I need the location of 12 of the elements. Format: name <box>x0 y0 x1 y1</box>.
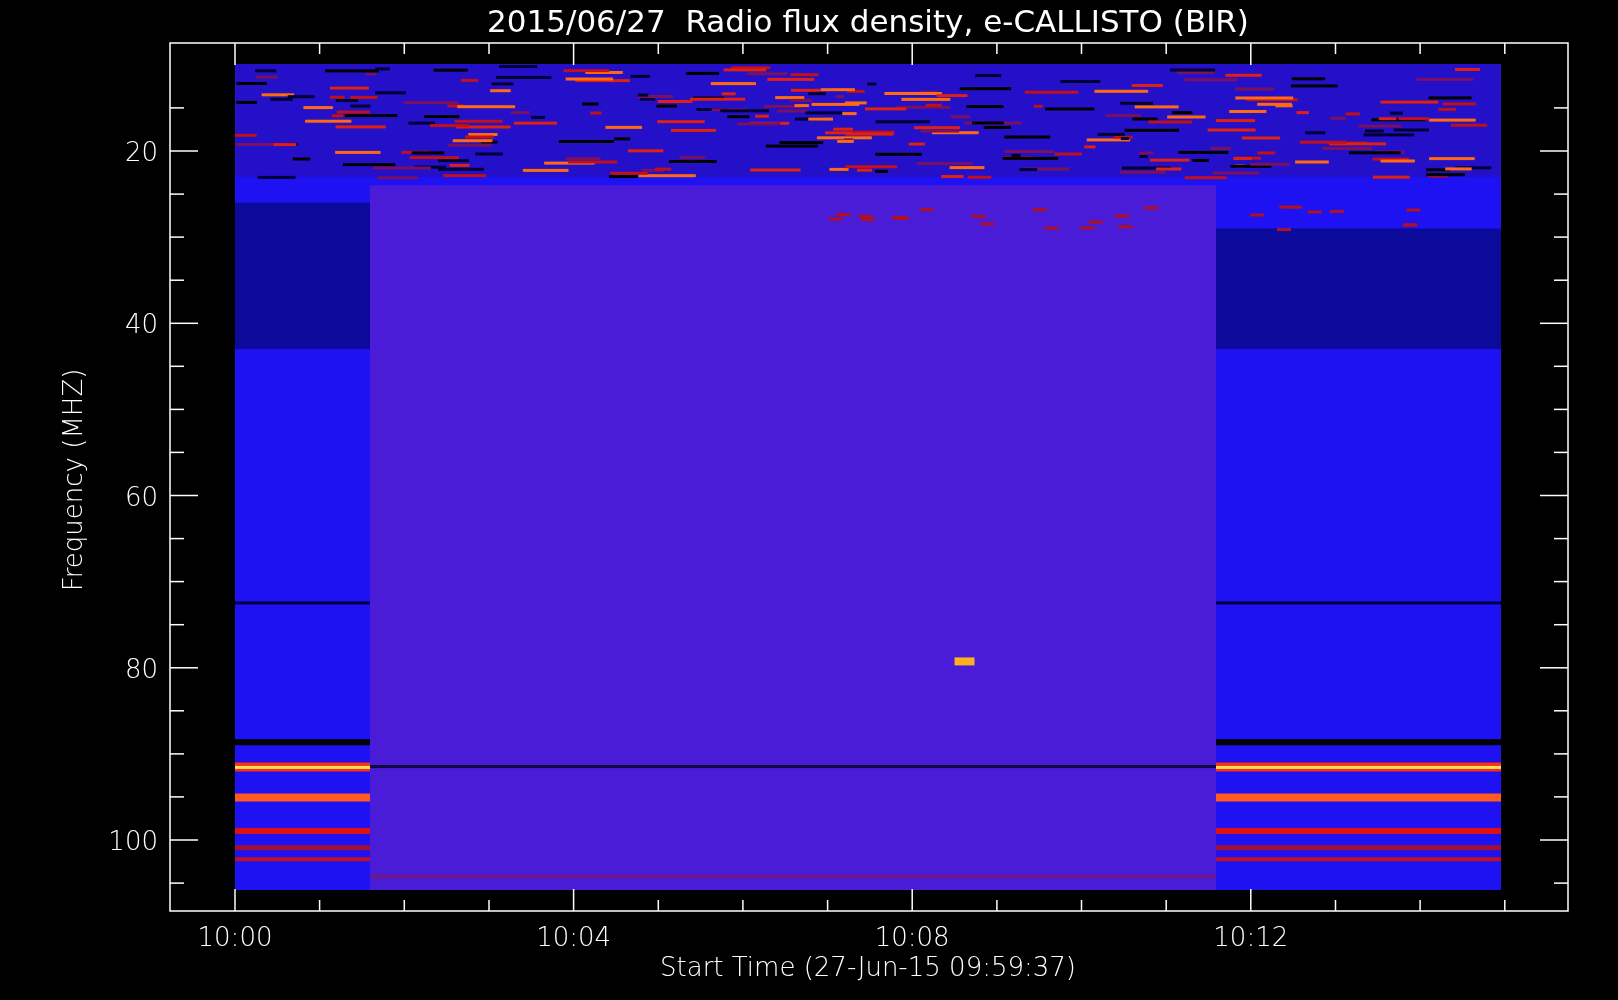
x-tick-label: 10:04 <box>536 922 612 952</box>
chart-title: 2015/06/27 Radio flux density, e-CALLISTO (BIR) <box>487 3 1249 39</box>
x-tick-label: 10:12 <box>1213 922 1289 952</box>
x-tick-label: 10:08 <box>874 922 950 952</box>
x-axis-label: Start Time (27-Jun-15 09:59:37) <box>660 952 1076 982</box>
y-tick-label: 100 <box>108 826 158 856</box>
y-tick-label: 20 <box>124 137 158 167</box>
y-tick-label: 80 <box>124 653 158 684</box>
x-tick-label: 10:00 <box>197 922 273 952</box>
y-tick-label: 60 <box>124 481 158 512</box>
y-axis-label: Frequency (MHZ) <box>58 368 88 592</box>
y-tick-label: 40 <box>124 309 158 340</box>
